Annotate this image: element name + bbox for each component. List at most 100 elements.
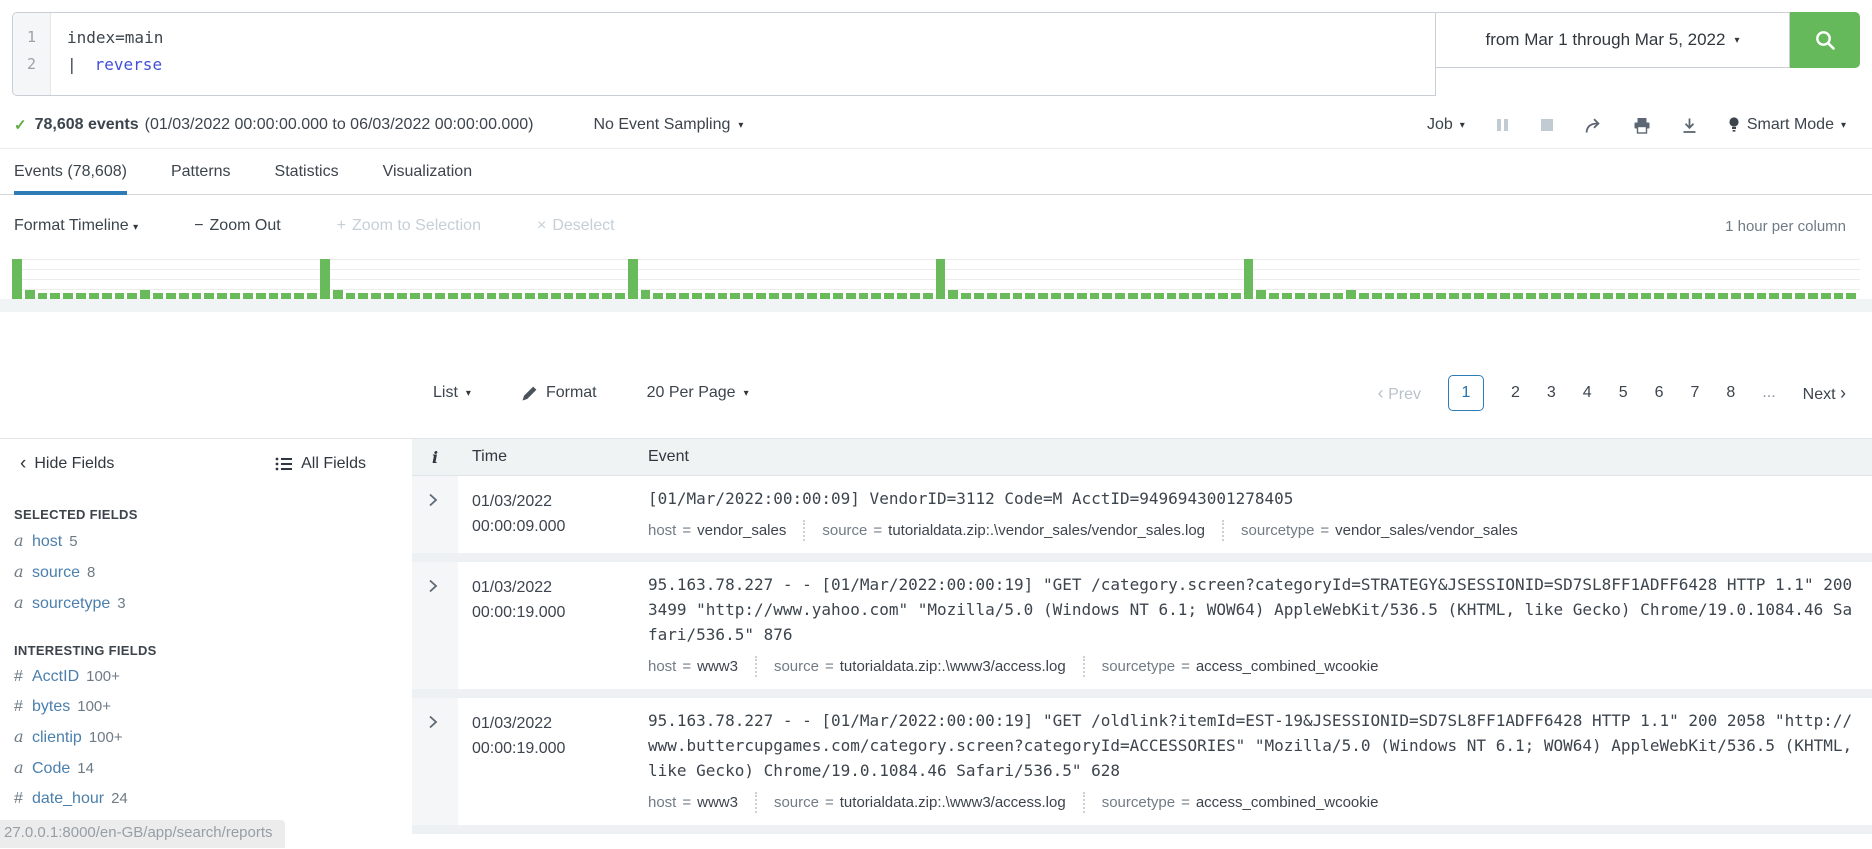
page-8[interactable]: 8 bbox=[1726, 384, 1735, 402]
next-page-button[interactable]: Next › bbox=[1803, 383, 1846, 404]
timeline-bar[interactable] bbox=[820, 293, 830, 299]
timeline-bar[interactable] bbox=[448, 293, 458, 299]
page-4[interactable]: 4 bbox=[1583, 384, 1592, 402]
expand-event-chevron-icon[interactable] bbox=[428, 579, 442, 593]
timeline-bar[interactable] bbox=[333, 290, 343, 299]
timeline-bar[interactable] bbox=[974, 293, 984, 299]
timeline-bar[interactable] bbox=[423, 293, 433, 299]
timeline-bar[interactable] bbox=[1295, 293, 1305, 299]
timeline-bar[interactable] bbox=[1231, 293, 1241, 299]
timeline-bar[interactable] bbox=[410, 293, 420, 299]
timeline-bar[interactable] bbox=[512, 293, 522, 299]
zoom-out-button[interactable]: −Zoom Out bbox=[194, 217, 280, 235]
tab-statistics[interactable]: Statistics bbox=[275, 149, 339, 194]
timeline-bar[interactable] bbox=[1846, 293, 1856, 299]
timeline-bar[interactable] bbox=[50, 293, 60, 299]
timeline-bar[interactable] bbox=[846, 293, 856, 299]
timeline-bar[interactable] bbox=[358, 293, 368, 299]
timeline-bar[interactable] bbox=[1680, 293, 1690, 299]
timeline-bar[interactable] bbox=[1487, 293, 1497, 299]
timeline-bar[interactable] bbox=[1154, 293, 1164, 299]
expand-event-chevron-icon[interactable] bbox=[428, 715, 442, 729]
timeline-bar[interactable] bbox=[1141, 293, 1151, 299]
timeline-bar[interactable] bbox=[1577, 293, 1587, 299]
timeline-bar[interactable] bbox=[346, 293, 356, 299]
all-fields-button[interactable]: All Fields bbox=[275, 455, 366, 473]
per-page-menu[interactable]: 20 Per Page ▾ bbox=[647, 384, 749, 402]
timeline-bar[interactable] bbox=[987, 293, 997, 299]
timeline-bar[interactable] bbox=[1038, 293, 1048, 299]
timeline-bar[interactable] bbox=[538, 293, 548, 299]
timeline-bar[interactable] bbox=[1808, 293, 1818, 299]
timeline-bar[interactable] bbox=[1731, 293, 1741, 299]
timeline-bar[interactable] bbox=[923, 293, 933, 299]
timeline-bar[interactable] bbox=[230, 293, 240, 299]
event-field-key-host[interactable]: host bbox=[648, 522, 676, 539]
timeline-bar[interactable] bbox=[1641, 293, 1651, 299]
timeline-bar[interactable] bbox=[961, 293, 971, 299]
timeline-bar[interactable] bbox=[435, 293, 445, 299]
timeline-bar[interactable] bbox=[281, 293, 291, 299]
expand-event-chevron-icon[interactable] bbox=[428, 493, 442, 507]
timeline-bar[interactable] bbox=[756, 293, 766, 299]
timeline-bar[interactable] bbox=[1526, 293, 1536, 299]
search-query-editor[interactable]: 1 2 index=main |reverse bbox=[12, 12, 1436, 96]
timeline-bar[interactable] bbox=[1628, 293, 1638, 299]
timeline-bar[interactable] bbox=[1795, 293, 1805, 299]
job-menu[interactable]: Job ▾ bbox=[1427, 116, 1465, 134]
timeline-bar[interactable] bbox=[1000, 293, 1010, 299]
timeline-bar[interactable] bbox=[859, 293, 869, 299]
event-field-key-sourcetype[interactable]: sourcetype bbox=[1102, 658, 1175, 675]
timeline-bar[interactable] bbox=[1423, 293, 1433, 299]
timeline-bar[interactable] bbox=[705, 293, 715, 299]
timeline-bar[interactable] bbox=[910, 293, 920, 299]
timeline-bar[interactable] bbox=[1346, 290, 1356, 299]
timeline-bar[interactable] bbox=[384, 293, 394, 299]
event-field-value[interactable]: access_combined_wcookie bbox=[1196, 794, 1379, 811]
timeline-bar[interactable] bbox=[1051, 293, 1061, 299]
event-field-key-sourcetype[interactable]: sourcetype bbox=[1102, 794, 1175, 811]
timeline-bar[interactable] bbox=[1192, 293, 1202, 299]
hide-fields-button[interactable]: ‹ Hide Fields bbox=[20, 454, 114, 473]
timeline-bar[interactable] bbox=[1025, 293, 1035, 299]
timeline-bar[interactable] bbox=[1590, 293, 1600, 299]
timeline-bar[interactable] bbox=[1769, 293, 1779, 299]
event-field-value[interactable]: vendor_sales bbox=[697, 522, 786, 539]
field-item-Code[interactable]: aCode14 bbox=[0, 753, 412, 784]
timeline-bar[interactable] bbox=[243, 293, 253, 299]
timeline-bar[interactable] bbox=[269, 293, 279, 299]
timeline-bar[interactable] bbox=[782, 293, 792, 299]
timeline-bar[interactable] bbox=[217, 293, 227, 299]
timeline-bar[interactable] bbox=[1692, 293, 1702, 299]
event-field-value[interactable]: tutorialdata.zip:.\www3/access.log bbox=[840, 658, 1066, 675]
event-field-key-host[interactable]: host bbox=[648, 794, 676, 811]
event-field-key-source[interactable]: source bbox=[822, 522, 867, 539]
timeline-bar[interactable] bbox=[256, 293, 266, 299]
field-item-host[interactable]: ahost5 bbox=[0, 526, 412, 557]
timeline-bar[interactable] bbox=[1269, 293, 1279, 299]
timeline-bar[interactable] bbox=[641, 290, 651, 299]
timeline-bar[interactable] bbox=[1090, 293, 1100, 299]
timeline-histogram[interactable] bbox=[12, 253, 1860, 299]
deselect-button[interactable]: ×Deselect bbox=[537, 217, 615, 235]
timeline-bar[interactable] bbox=[769, 293, 779, 299]
timeline-bar[interactable] bbox=[102, 293, 112, 299]
timeline-bar[interactable] bbox=[551, 293, 561, 299]
timeline-bar[interactable] bbox=[25, 290, 35, 299]
page-7[interactable]: 7 bbox=[1691, 384, 1700, 402]
timeline-bar[interactable] bbox=[1397, 293, 1407, 299]
timeline-bar[interactable] bbox=[1013, 293, 1023, 299]
timeline-bar[interactable] bbox=[179, 293, 189, 299]
timeline-bar[interactable] bbox=[89, 293, 99, 299]
timeline-bar[interactable] bbox=[948, 290, 958, 299]
timeline-bar[interactable] bbox=[474, 293, 484, 299]
timeline-bar[interactable] bbox=[679, 293, 689, 299]
search-mode-menu[interactable]: Smart Mode ▾ bbox=[1728, 116, 1846, 134]
list-view-menu[interactable]: List ▾ bbox=[433, 384, 471, 402]
timeline-bar[interactable] bbox=[371, 293, 381, 299]
timeline-bar[interactable] bbox=[140, 290, 150, 299]
search-button[interactable] bbox=[1790, 12, 1860, 68]
query-line-2[interactable]: |reverse bbox=[67, 51, 163, 78]
timeline-bar[interactable] bbox=[1616, 293, 1626, 299]
pause-button[interactable] bbox=[1495, 117, 1510, 133]
